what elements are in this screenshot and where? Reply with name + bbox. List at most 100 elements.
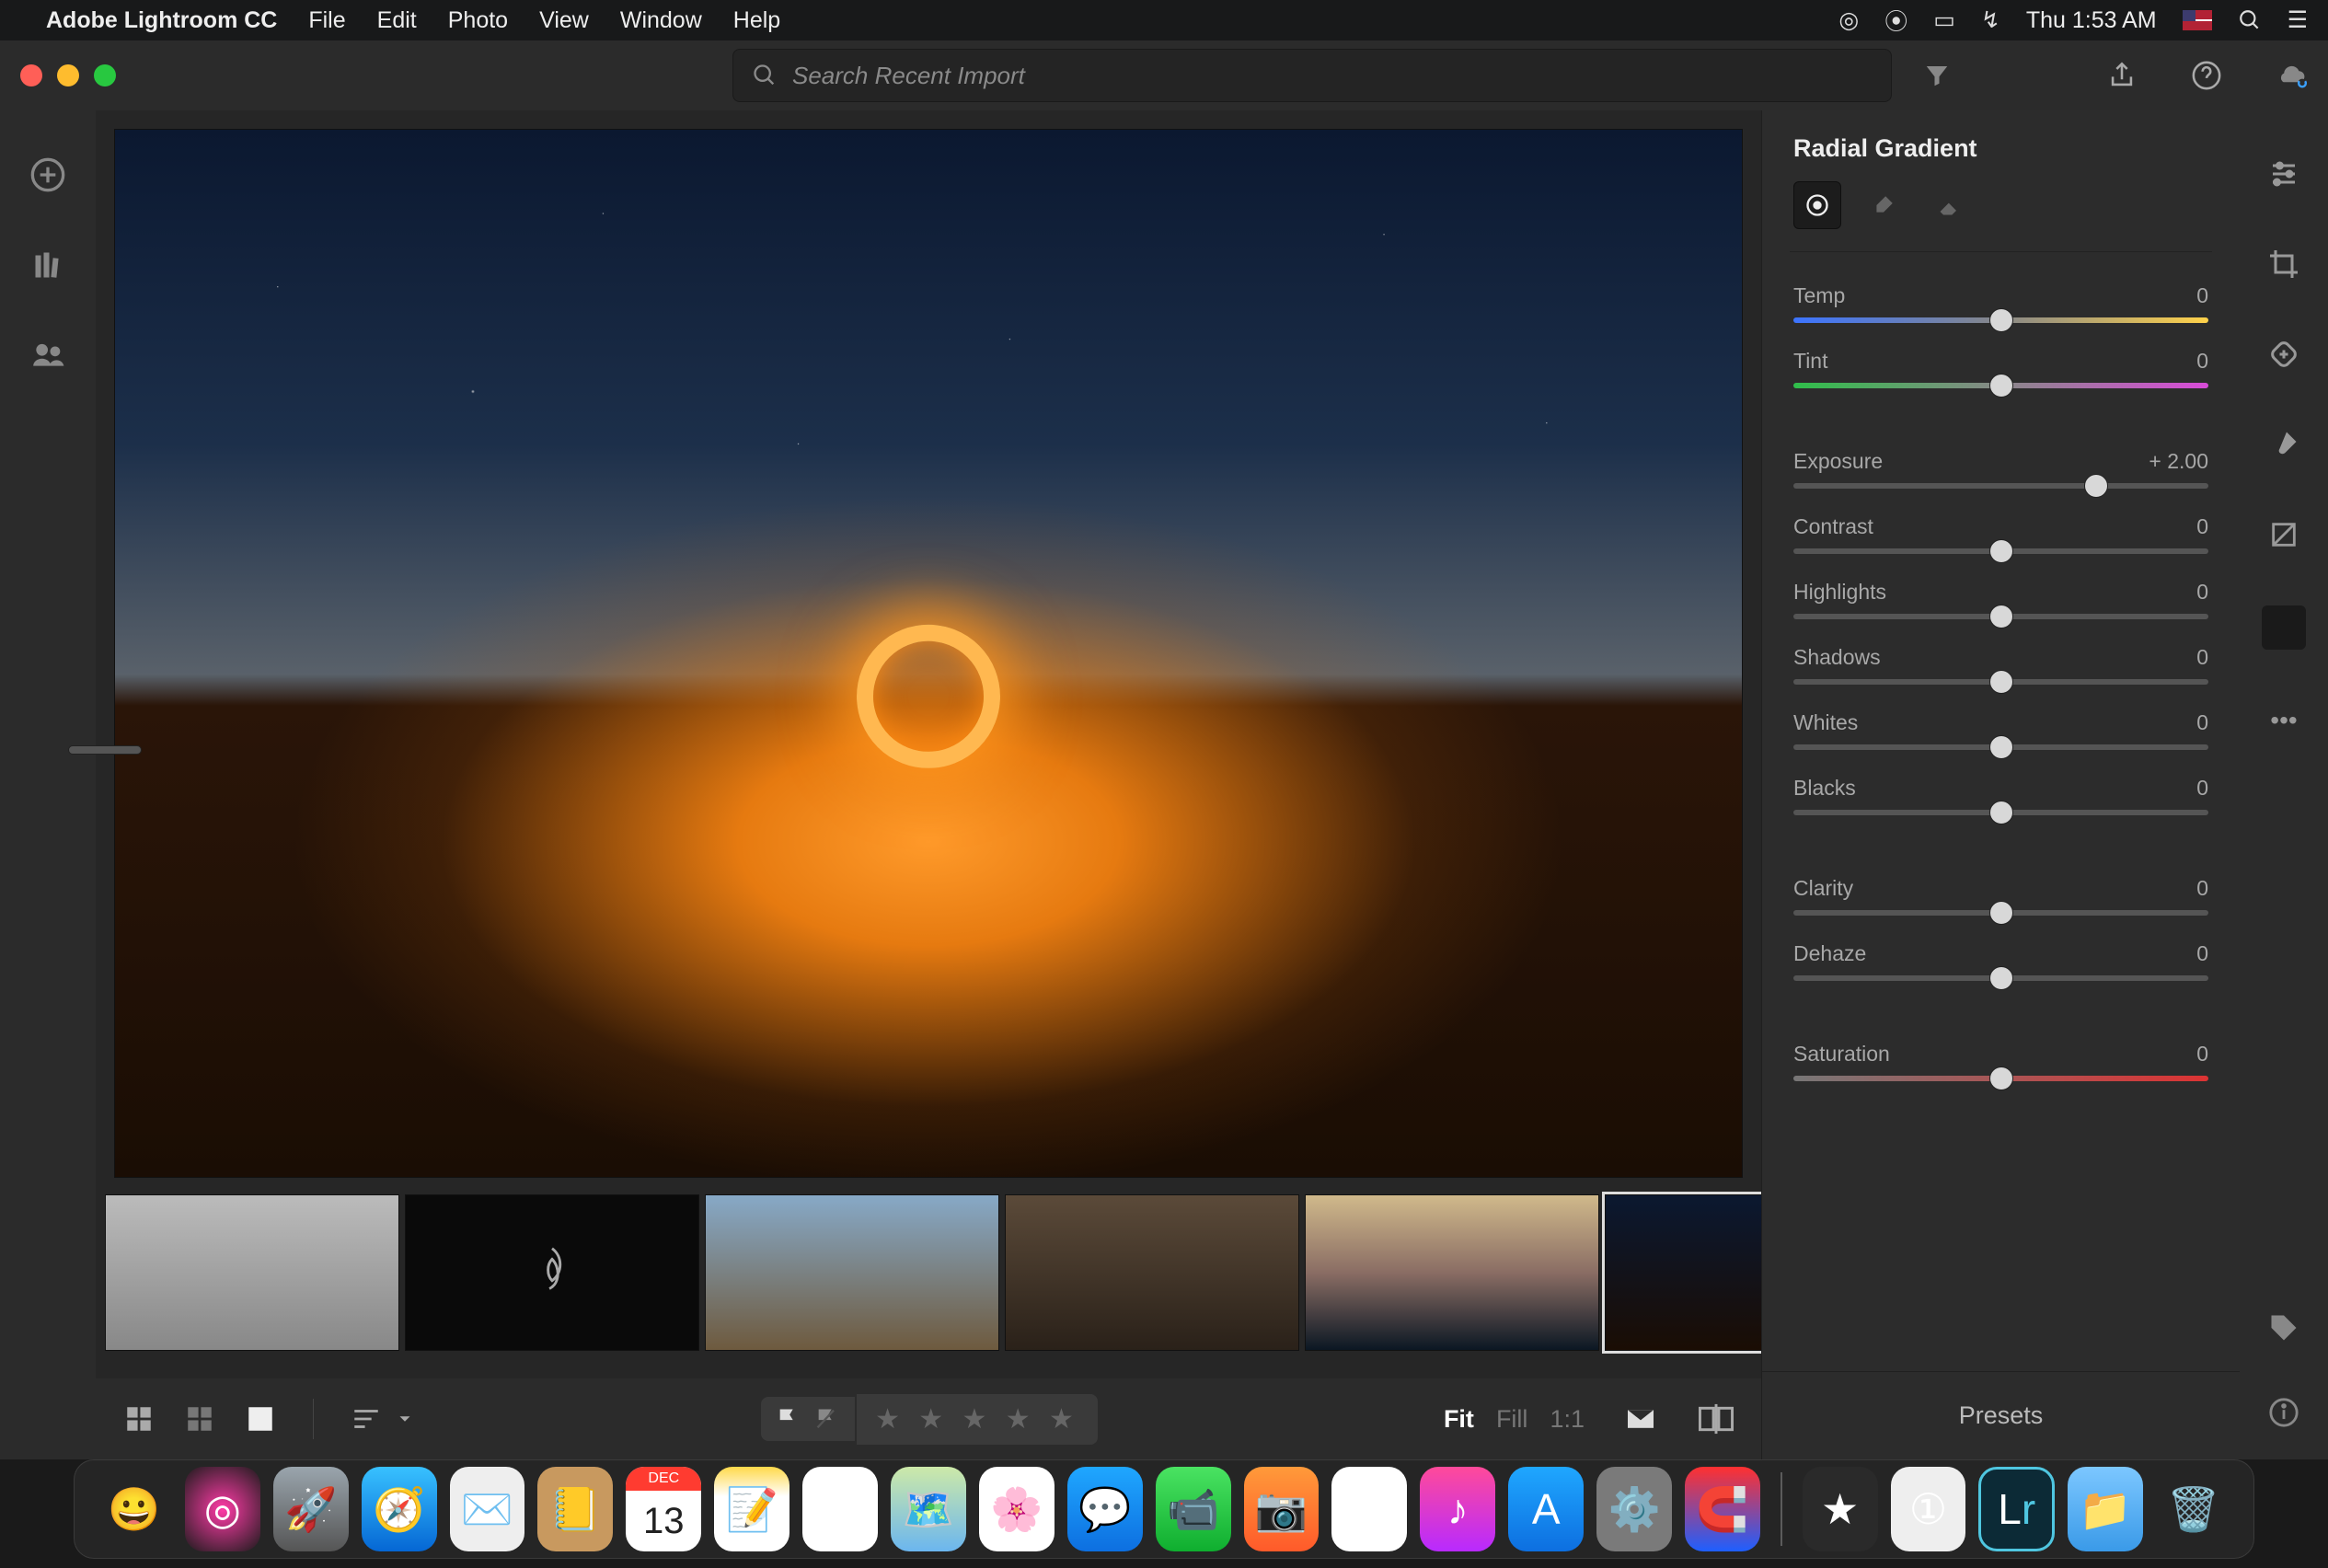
slider-whites[interactable]: Whites 0 bbox=[1793, 710, 2208, 750]
status-icon[interactable]: ⦿ bbox=[1884, 4, 1907, 37]
dock-launchpad-icon[interactable]: 🚀 bbox=[273, 1467, 349, 1551]
menu-help[interactable]: Help bbox=[733, 7, 780, 34]
slider-shadows[interactable]: Shadows0 bbox=[1793, 645, 2208, 685]
photo-canvas[interactable] bbox=[114, 129, 1743, 1178]
filter-icon[interactable] bbox=[1923, 62, 1951, 89]
input-source-flag-icon[interactable] bbox=[2183, 10, 2212, 30]
slider-tint[interactable]: Tint0 bbox=[1793, 349, 2208, 388]
menu-file[interactable]: File bbox=[308, 7, 345, 34]
edit-sliders-icon[interactable] bbox=[2265, 155, 2303, 193]
slider-clarity[interactable]: Clarity0 bbox=[1793, 876, 2208, 916]
info-icon[interactable] bbox=[2265, 1393, 2303, 1432]
airplay-icon[interactable]: ▭ bbox=[1933, 6, 1955, 34]
slider-label: Saturation bbox=[1793, 1042, 1890, 1066]
thumbnail[interactable] bbox=[105, 1194, 399, 1351]
dock-trash-icon[interactable]: 🗑️ bbox=[2156, 1467, 2231, 1551]
menu-edit[interactable]: Edit bbox=[377, 7, 417, 34]
dock-magnet-icon[interactable]: 🧲 bbox=[1685, 1467, 1760, 1551]
thumbnail[interactable] bbox=[1305, 1194, 1599, 1351]
star-rating[interactable]: ★ ★ ★ ★ ★ bbox=[857, 1394, 1098, 1445]
spotlight-icon[interactable] bbox=[2238, 8, 2262, 32]
dock-siri-icon[interactable]: ◎ bbox=[185, 1467, 260, 1551]
dock-facetime-icon[interactable]: 📹 bbox=[1156, 1467, 1231, 1551]
notification-center-icon[interactable]: ☰ bbox=[2288, 6, 2308, 34]
slider-dehaze[interactable]: Dehaze0 bbox=[1793, 941, 2208, 981]
compare-view-icon[interactable] bbox=[1699, 1403, 1734, 1435]
slider-exposure[interactable]: Exposure+ 2.00 bbox=[1793, 449, 2208, 489]
bartender-icon[interactable]: ↯ bbox=[1981, 6, 2000, 34]
detail-view-icon[interactable] bbox=[245, 1403, 276, 1435]
more-icon[interactable]: ••• bbox=[2265, 701, 2303, 740]
menu-window[interactable]: Window bbox=[620, 7, 702, 34]
slider-label: Whites bbox=[1793, 710, 1858, 735]
add-photos-icon[interactable] bbox=[29, 156, 66, 193]
dock-settings-icon[interactable]: ⚙️ bbox=[1596, 1467, 1672, 1551]
presets-button[interactable]: Presets bbox=[1762, 1371, 2240, 1459]
dock-finder-icon[interactable]: 😀 bbox=[97, 1467, 172, 1551]
dock-notes-icon[interactable]: 📝 bbox=[714, 1467, 789, 1551]
dock-mail-icon[interactable]: ✉️ bbox=[450, 1467, 525, 1551]
dock-appstore-icon[interactable]: A bbox=[1508, 1467, 1584, 1551]
dock-itunes-icon[interactable]: ♪ bbox=[1420, 1467, 1495, 1551]
flag-pick-icon[interactable] bbox=[776, 1406, 801, 1432]
dock-1password-icon[interactable]: ① bbox=[1891, 1467, 1966, 1551]
brush-mode-icon[interactable] bbox=[1860, 181, 1907, 229]
my-photos-icon[interactable] bbox=[31, 248, 64, 282]
dock-messages-icon[interactable]: 💬 bbox=[1067, 1467, 1143, 1551]
help-icon[interactable] bbox=[2190, 59, 2223, 92]
app-name[interactable]: Adobe Lightroom CC bbox=[46, 7, 277, 34]
sort-icon[interactable] bbox=[351, 1405, 382, 1433]
zoom-fit[interactable]: Fit bbox=[1444, 1405, 1474, 1434]
dock-contacts-icon[interactable]: 📒 bbox=[537, 1467, 613, 1551]
slider-saturation[interactable]: Saturation 0 bbox=[1793, 1042, 2208, 1081]
creative-cloud-icon[interactable]: ◎ bbox=[1838, 6, 1859, 34]
dock-maps-icon[interactable]: 🗺️ bbox=[891, 1467, 966, 1551]
search-input[interactable]: Search Recent Import bbox=[732, 49, 1892, 102]
menu-photo[interactable]: Photo bbox=[448, 7, 508, 34]
slider-contrast[interactable]: Contrast0 bbox=[1793, 514, 2208, 554]
menubar-clock[interactable]: Thu 1:53 AM bbox=[2026, 7, 2157, 34]
eraser-mode-icon[interactable] bbox=[1926, 181, 1974, 229]
dock-news-icon[interactable]: N bbox=[1331, 1467, 1407, 1551]
thumbnail[interactable] bbox=[1005, 1194, 1299, 1351]
close-button[interactable] bbox=[20, 64, 42, 86]
sort-dropdown-icon[interactable] bbox=[395, 1409, 415, 1429]
slider-temp[interactable]: Temp0 bbox=[1793, 283, 2208, 323]
filmstrip-scrollbar[interactable] bbox=[105, 1366, 1752, 1378]
maximize-button[interactable] bbox=[94, 64, 116, 86]
dock-folder-icon[interactable]: 📁 bbox=[2068, 1467, 2143, 1551]
slider-value: 0 bbox=[2196, 710, 2208, 735]
healing-icon[interactable] bbox=[2265, 335, 2303, 374]
dock-reminders-icon[interactable]: ▤ bbox=[802, 1467, 878, 1551]
radial-new-icon[interactable] bbox=[1793, 181, 1841, 229]
radial-gradient-icon[interactable] bbox=[2262, 605, 2306, 650]
sharing-icon[interactable] bbox=[30, 337, 65, 372]
photogrid-view-icon[interactable] bbox=[123, 1403, 155, 1435]
zoom-fill[interactable]: Fill bbox=[1496, 1405, 1528, 1434]
dock-imovie-icon[interactable]: ★ bbox=[1803, 1467, 1878, 1551]
thumbnail[interactable] bbox=[705, 1194, 999, 1351]
show-original-icon[interactable] bbox=[1625, 1406, 1656, 1432]
keywords-tag-icon[interactable] bbox=[2265, 1309, 2303, 1347]
brush-tool-icon[interactable] bbox=[2265, 425, 2303, 464]
thumbnail-selected[interactable] bbox=[1605, 1194, 1761, 1351]
slider-highlights[interactable]: Highlights0 bbox=[1793, 580, 2208, 619]
zoom-1to1[interactable]: 1:1 bbox=[1550, 1405, 1585, 1434]
cloud-sync-icon[interactable] bbox=[2275, 59, 2308, 92]
dock-photos-icon[interactable]: 🌸 bbox=[979, 1467, 1055, 1551]
dock-lightroom-icon[interactable]: Lr bbox=[1978, 1467, 2055, 1551]
dock-calendar-icon[interactable]: DEC13 bbox=[626, 1467, 701, 1551]
linear-gradient-icon[interactable] bbox=[2265, 515, 2303, 554]
menu-view[interactable]: View bbox=[539, 7, 589, 34]
slider-value: 0 bbox=[2196, 1042, 2208, 1066]
minimize-button[interactable] bbox=[57, 64, 79, 86]
edit-panel: Radial Gradient Temp0Tint0Exposure+ 2.00… bbox=[1761, 110, 2240, 1459]
share-icon[interactable] bbox=[2105, 59, 2138, 92]
dock-safari-icon[interactable]: 🧭 bbox=[362, 1467, 437, 1551]
slider-blacks[interactable]: Blacks0 bbox=[1793, 776, 2208, 815]
flag-reject-icon[interactable] bbox=[814, 1406, 840, 1432]
squaregrid-view-icon[interactable] bbox=[184, 1403, 215, 1435]
thumbnail[interactable] bbox=[405, 1194, 699, 1351]
dock-photobooth-icon[interactable]: 📷 bbox=[1244, 1467, 1320, 1551]
crop-icon[interactable] bbox=[2265, 245, 2303, 283]
